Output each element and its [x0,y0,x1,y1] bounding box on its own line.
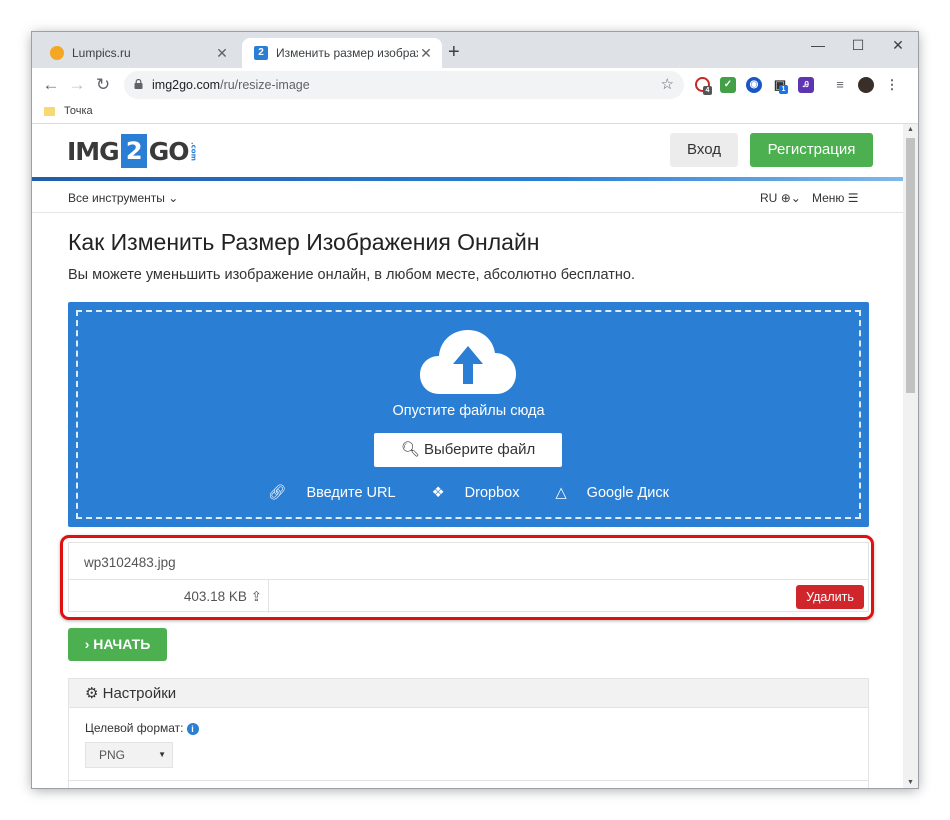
url-host: img2go.com [152,78,221,92]
bookmark-item[interactable]: Точка [44,105,93,117]
choose-file-button[interactable]: 🔍︎ Выберите файл [374,433,562,467]
bookmarks-bar: Точка [32,102,918,124]
lock-icon [134,79,143,89]
chevron-down-icon: ⌄ [790,191,801,205]
logo-text-com: .com [189,141,198,161]
upload-sources: 🔗︎ Введите URL ❖ Dropbox △ Google Диск [68,484,869,501]
dropbox-label: Dropbox [464,485,520,501]
dropbox-icon: ❖ [431,485,445,501]
logo-text-go: GO [148,136,190,166]
logo-text-img: IMG [67,136,120,166]
tab-lumpics[interactable]: Lumpics.ru ✕ [38,38,238,68]
chevron-down-icon: ⌄ [168,191,179,205]
img2go-favicon-icon: 2 [254,46,268,60]
tab-title: Изменить размер изображений онлайн [276,46,418,60]
start-button[interactable]: › НАЧАТЬ [68,628,167,661]
minimize-button[interactable]: — [798,32,838,60]
bookmark-star-icon[interactable]: ☆ [661,75,674,93]
hamburger-icon: ☰ [847,191,859,205]
url-text: img2go.com/ru/resize-image [152,78,310,92]
all-tools-dropdown[interactable]: Все инструменты ⌄ [68,191,178,205]
highlight-frame [60,535,874,620]
extension-badge: 4 [703,86,712,95]
target-format-select[interactable]: PNG ▼ [85,742,173,768]
tab-strip: Lumpics.ru ✕ 2 Изменить размер изображен… [32,32,918,68]
cloud-upload-icon [420,330,516,394]
back-arrow-icon[interactable]: ← [40,74,62,96]
extension-badge: 1 [779,85,788,94]
dropbox-link[interactable]: ❖ Dropbox [424,485,528,501]
package-extension-icon[interactable]: ▣1 [772,77,788,94]
login-button[interactable]: Вход [670,133,738,167]
settings-title: Настройки [102,685,177,702]
tab-close-icon[interactable]: ✕ [418,45,434,62]
language-label: RU [760,191,778,205]
menu-button[interactable]: Меню ☰ [812,191,859,205]
chevron-right-icon: › [84,636,90,652]
tab-img2go[interactable]: 2 Изменить размер изображений онлайн ✕ [242,38,442,68]
page-title: Как Изменить Размер Изображения Онлайн [68,229,540,255]
browser-menu-icon[interactable]: ⋮ [884,77,900,93]
scroll-down-arrow-icon[interactable]: ▼ [906,779,915,786]
enter-url-link[interactable]: 🔗︎ Введите URL [260,485,404,501]
close-window-button[interactable]: ✕ [878,32,918,60]
all-tools-label: Все инструменты [68,191,165,205]
page-content: IMG 2 GO .com Вход Регистрация Все инструме… [32,124,903,788]
info-icon[interactable]: i [186,723,199,735]
target-format-value: PNG [99,748,126,762]
settings-panel: ⚙ Настройки Целевой формат: i PNG ▼ [68,678,869,788]
settings-header[interactable]: ⚙ Настройки [69,679,868,708]
globe-extension-icon[interactable]: ◉ [746,77,762,93]
start-label: НАЧАТЬ [93,636,151,652]
page-lead: Вы можете уменьшить изображение онлайн, … [68,267,635,283]
globe-icon: ⊕ [780,191,791,205]
caret-down-icon: ▼ [158,750,166,759]
choose-file-label: Выберите файл [423,441,536,458]
link-icon: 🔗︎ [268,485,287,501]
bookmark-label: Точка [64,105,93,117]
adblock-extension-icon[interactable]: 4 [695,77,712,95]
profile-avatar[interactable] [858,77,874,93]
reload-icon[interactable]: ↻ [92,74,114,96]
img2go-logo[interactable]: IMG 2 GO .com [67,133,197,169]
page-scrollbar[interactable]: ▲ ▼ [903,124,918,788]
media-control-icon[interactable]: ≡ [832,77,848,93]
google-drive-link[interactable]: △ Google Диск [547,485,677,501]
browser-toolbar: ← → ↻ img2go.com/ru/resize-image ☆ 4 ✓ ◉… [32,68,918,102]
folder-icon [44,106,55,116]
site-header: IMG 2 GO .com Вход Регистрация [32,124,903,177]
scroll-up-arrow-icon[interactable]: ▲ [906,126,915,133]
enter-url-label: Введите URL [306,485,396,501]
translate-extension-icon[interactable]: Ꭿ [798,77,814,93]
forward-arrow-icon[interactable]: → [66,74,88,96]
check-extension-icon[interactable]: ✓ [720,77,736,93]
google-drive-label: Google Диск [586,485,669,501]
target-format-text: Целевой формат: [85,721,184,735]
scrollbar-thumb[interactable] [906,138,915,393]
google-drive-icon: △ [555,485,567,501]
new-tab-button[interactable]: + [448,42,460,62]
logo-text-2: 2 [120,134,147,168]
address-bar[interactable]: img2go.com/ru/resize-image ☆ [124,71,684,99]
gears-icon: ⚙ [85,685,99,702]
url-path: /ru/resize-image [220,78,310,92]
tab-title: Lumpics.ru [72,46,131,60]
language-selector[interactable]: RU ⊕⌄ [760,191,801,205]
browser-window: Lumpics.ru ✕ 2 Изменить размер изображен… [32,32,918,788]
upload-dropzone[interactable]: Опустите файлы сюда 🔍︎ Выберите файл 🔗︎ … [68,302,869,527]
lumpics-favicon-icon [50,46,64,60]
menu-label: Меню [812,191,845,205]
target-format-label: Целевой формат: i [85,721,199,735]
search-icon: 🔍︎ [400,441,420,458]
settings-divider [69,780,868,781]
sub-navigation: Все инструменты ⌄ RU ⊕⌄ Меню ☰ [32,181,903,213]
register-button[interactable]: Регистрация [750,133,873,167]
tab-close-icon[interactable]: ✕ [214,45,230,62]
maximize-button[interactable]: ☐ [838,32,878,60]
drop-files-text: Опустите файлы сюда [392,403,545,419]
